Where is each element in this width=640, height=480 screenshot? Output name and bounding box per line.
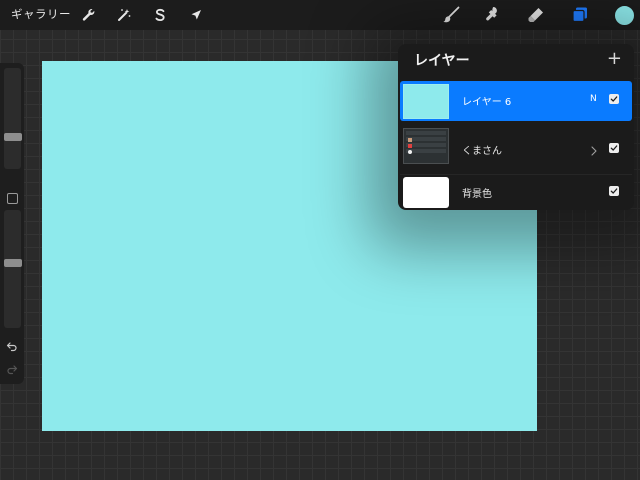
- background-color-thumbnail[interactable]: [403, 177, 449, 208]
- chevron-right-icon: [591, 146, 597, 156]
- smudge-icon: [486, 7, 497, 21]
- blend-mode-button[interactable]: N: [590, 94, 597, 104]
- redo-button[interactable]: [5, 362, 19, 376]
- background-color-row[interactable]: 背景色: [400, 175, 632, 215]
- selection-button[interactable]: [149, 4, 171, 26]
- layer-visibility-checkbox[interactable]: [609, 186, 619, 196]
- actions-button[interactable]: [77, 4, 99, 26]
- erase-button[interactable]: [524, 3, 548, 27]
- layer-group-row[interactable]: くまさん: [400, 125, 632, 173]
- check-icon: [610, 96, 618, 102]
- check-icon: [610, 145, 618, 151]
- magic-wand-icon: [118, 9, 131, 21]
- smudge-button[interactable]: [481, 3, 505, 27]
- layer-name: くまさん: [462, 146, 502, 157]
- gallery-button[interactable]: ギャラリー: [11, 6, 71, 22]
- check-icon: [610, 188, 618, 194]
- layers-button[interactable]: [568, 3, 592, 27]
- layer-visibility-checkbox[interactable]: [609, 143, 619, 153]
- layers-panel: レイヤー + レイヤー 6 N くまさん 背景色: [398, 44, 634, 210]
- paint-button[interactable]: [439, 3, 463, 27]
- undo-icon: [6, 342, 17, 352]
- top-toolbar: ギャラリー: [0, 0, 640, 30]
- expand-group-button[interactable]: [589, 142, 599, 161]
- layer-name: レイヤー 6: [462, 97, 512, 108]
- undo-button[interactable]: [5, 339, 19, 353]
- color-picker-swatch[interactable]: [614, 5, 635, 26]
- add-layer-button[interactable]: +: [607, 50, 622, 68]
- brush-icon: [443, 6, 460, 23]
- layer-name: 背景色: [462, 189, 492, 200]
- layer-row[interactable]: レイヤー 6 N: [400, 81, 632, 121]
- brush-size-slider-handle[interactable]: [4, 133, 22, 141]
- layers-panel-title: レイヤー: [414, 53, 470, 69]
- modifier-button[interactable]: [7, 193, 18, 204]
- layer-visibility-checkbox[interactable]: [609, 94, 619, 104]
- redo-icon: [7, 365, 18, 375]
- opacity-slider[interactable]: [4, 210, 22, 328]
- eraser-icon: [528, 8, 543, 22]
- layer-group-thumbnail[interactable]: [403, 128, 449, 164]
- layer-thumbnail[interactable]: [403, 84, 449, 119]
- left-sidebar: [0, 63, 24, 384]
- layers-icon: [572, 7, 587, 23]
- wrench-icon: [82, 9, 95, 21]
- opacity-slider-handle[interactable]: [4, 259, 22, 267]
- transform-button[interactable]: [185, 4, 207, 26]
- adjustments-button[interactable]: [113, 4, 135, 26]
- brush-size-slider[interactable]: [4, 68, 22, 169]
- selection-s-icon: [155, 8, 165, 22]
- arrow-cursor-icon: [191, 10, 201, 20]
